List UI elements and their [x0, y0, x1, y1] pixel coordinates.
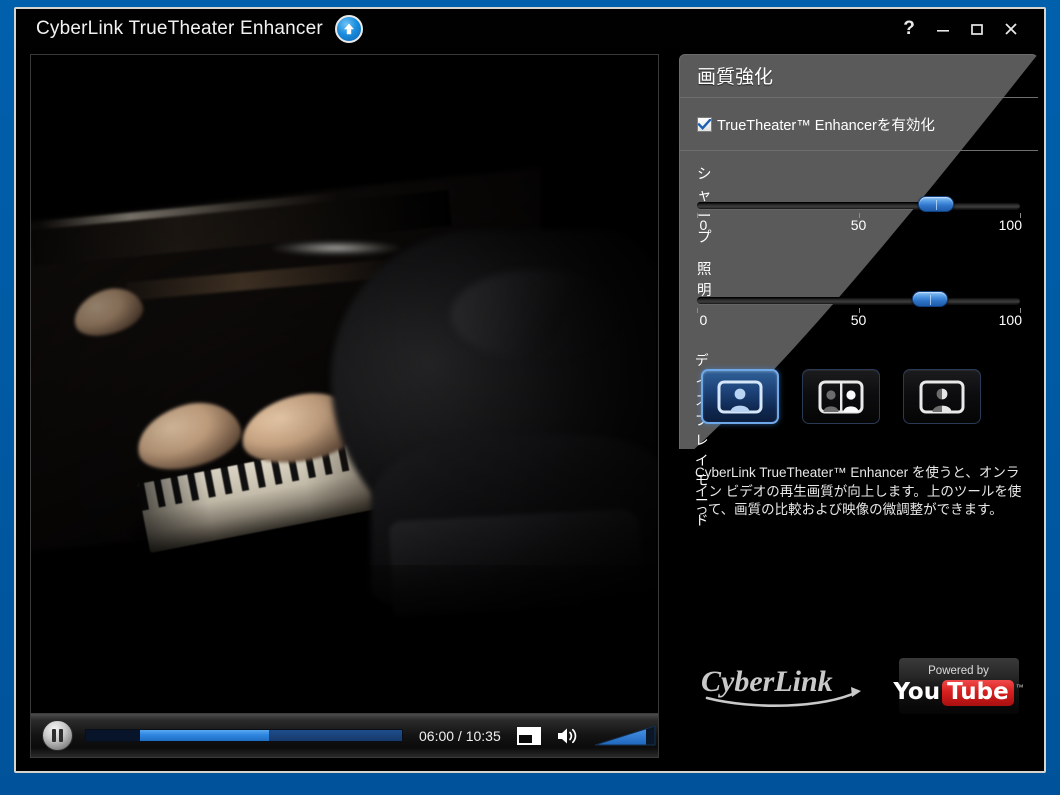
youtube-tube-text: Tube [942, 680, 1014, 706]
enable-row[interactable]: TrueTheater™ Enhancerを有効化 [679, 98, 1038, 151]
help-button[interactable]: ? [892, 9, 926, 48]
display-mode-normal[interactable] [701, 369, 779, 424]
tick-label-max: 100 [998, 217, 1022, 233]
up-arrow-circle-icon[interactable] [334, 14, 363, 43]
timecode-label: 06:00 / 10:35 [419, 727, 501, 744]
close-icon[interactable] [994, 9, 1028, 48]
tick-label-max: 100 [998, 312, 1022, 328]
split-two-person-icon [818, 380, 864, 413]
tick-label-min: 0 [699, 312, 708, 328]
checkmark-icon[interactable] [697, 116, 712, 132]
description-text: CyberLink TrueTheater™ Enhancer を使うと、オンラ… [695, 465, 1022, 518]
branding-row: CyberLink Powered by You Tube ™ [679, 658, 1038, 714]
description-block: CyberLink TrueTheater™ Enhancer を使うと、オンラ… [679, 454, 1038, 520]
window-title: CyberLink TrueTheater Enhancer [36, 17, 323, 39]
slider-lighting-scale: 0 50 100 [697, 312, 1022, 330]
youtube-powered-label: Powered by [928, 665, 989, 678]
display-mode-options [701, 369, 981, 424]
maximize-icon[interactable] [960, 9, 994, 48]
youtube-you-text: You [893, 679, 941, 706]
single-person-icon [717, 380, 763, 413]
display-mode-split-compare[interactable] [802, 369, 880, 424]
youtube-wordmark: You Tube ™ [893, 679, 1024, 706]
title-bar: CyberLink TrueTheater Enhancer ? [16, 9, 1044, 48]
enable-label: TrueTheater™ Enhancerを有効化 [717, 117, 935, 134]
slider-lighting-track[interactable] [697, 291, 1020, 307]
player-control-bar: 06:00 / 10:35 [31, 713, 658, 757]
tick-label-mid: 50 [850, 217, 867, 233]
slider-sharpness-thumb[interactable] [918, 196, 955, 212]
slider-sharpness-scale: 0 50 100 [697, 217, 1022, 235]
video-surface[interactable] [31, 55, 658, 715]
slider-sharpness-track[interactable] [697, 196, 1020, 212]
video-player: 06:00 / 10:35 [30, 54, 659, 758]
window-controls: ? [892, 9, 1044, 48]
content-area: 06:00 / 10:35 画質強化 TrueTheater™ Enhancer… [16, 48, 1044, 771]
speaker-icon[interactable] [555, 724, 581, 748]
fullscreen-icon[interactable] [515, 725, 543, 747]
half-split-person-icon [919, 380, 965, 413]
tick-label-min: 0 [699, 217, 708, 233]
settings-panel: 画質強化 TrueTheater™ Enhancerを有効化 シャープ 0 50… [667, 54, 1038, 758]
cyberlink-logo: CyberLink [699, 664, 871, 708]
tick-label-mid: 50 [850, 312, 867, 328]
volume-slider[interactable] [594, 724, 657, 747]
progress-bar[interactable] [85, 729, 403, 742]
youtube-badge: Powered by You Tube ™ [893, 658, 1024, 714]
application-window: CyberLink TrueTheater Enhancer ? 06:00 /… [14, 7, 1046, 773]
slider-lighting-thumb[interactable] [911, 291, 948, 307]
display-mode-split-single[interactable] [903, 369, 981, 424]
progress-unplayed-head [86, 730, 140, 741]
panel-header: 画質強化 [679, 54, 1038, 98]
youtube-tm-mark: ™ [1015, 682, 1024, 692]
desktop-background: CyberLink TrueTheater Enhancer ? 06:00 /… [0, 0, 1060, 795]
pause-icon[interactable] [42, 720, 73, 751]
svg-text:CyberLink: CyberLink [701, 665, 833, 698]
minimize-icon[interactable] [926, 9, 960, 48]
panel-title: 画質強化 [697, 67, 774, 88]
